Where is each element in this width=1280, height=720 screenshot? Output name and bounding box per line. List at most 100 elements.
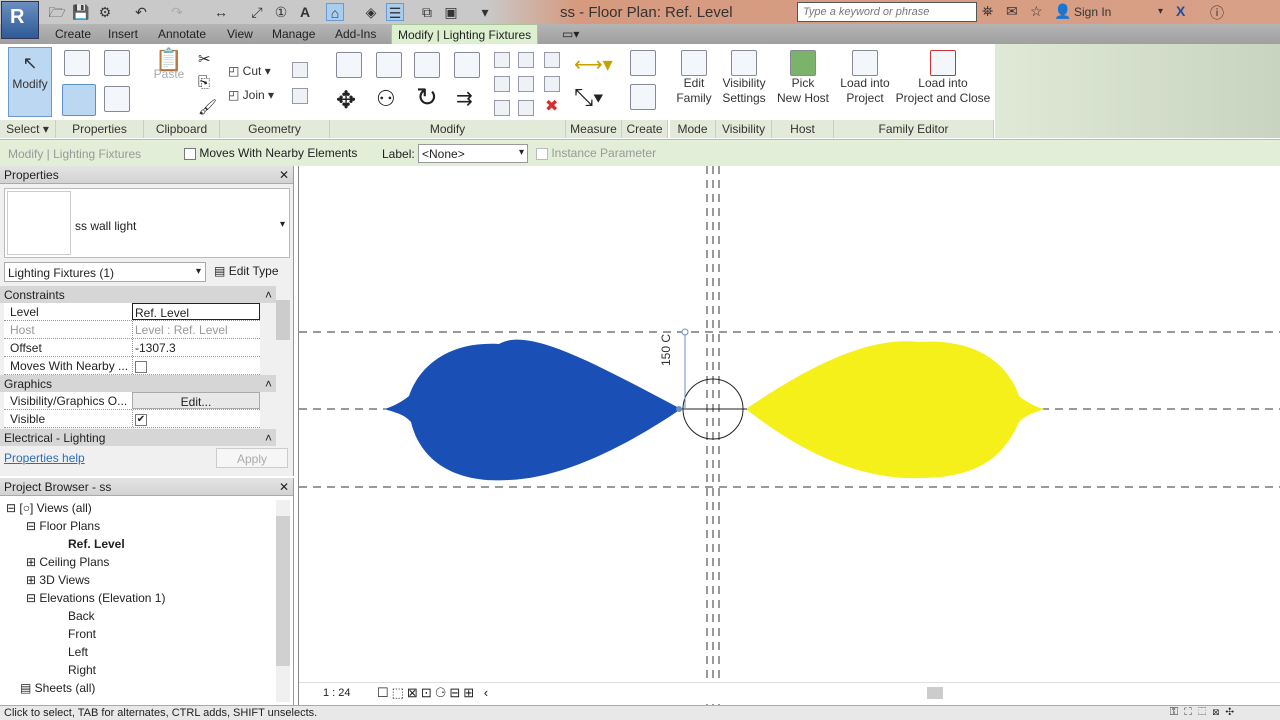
- tree-item-front[interactable]: Front: [68, 627, 96, 641]
- offset-icon[interactable]: [376, 52, 402, 78]
- 3d-view-icon[interactable]: ⌂: [326, 3, 344, 21]
- thin-lines-icon[interactable]: ☰: [386, 3, 404, 21]
- match-type-icon[interactable]: 🖌: [198, 98, 217, 116]
- tag-icon[interactable]: ①: [272, 3, 290, 21]
- measure-between-icon[interactable]: ⟷▾: [574, 52, 613, 77]
- aligned-dimension-icon[interactable]: ⤢: [248, 3, 266, 21]
- switch-windows-icon[interactable]: ▣: [442, 3, 460, 21]
- pick-new-host-button[interactable]: Pick New Host: [774, 50, 832, 106]
- group-graphics[interactable]: Graphics ˄: [0, 375, 276, 392]
- dimension-text[interactable]: 150 C: [659, 334, 673, 366]
- align-icon[interactable]: [336, 52, 362, 78]
- split-with-gap-icon[interactable]: [518, 52, 534, 68]
- group-constraints[interactable]: Constraints ˄: [0, 286, 276, 303]
- tree-item-right[interactable]: Right: [68, 663, 96, 677]
- customize-dropdown-icon[interactable]: ▾: [476, 3, 494, 21]
- favorites-icon[interactable]: ☆: [1030, 3, 1043, 20]
- tab-add-ins[interactable]: Add-Ins: [335, 27, 376, 41]
- tab-annotate[interactable]: Annotate: [158, 27, 206, 41]
- split-face-icon[interactable]: [292, 88, 308, 104]
- tab-create[interactable]: Create: [55, 27, 91, 41]
- property-value[interactable]: Ref. Level: [132, 303, 260, 320]
- user-icon[interactable]: 👤: [1054, 3, 1071, 20]
- tree-item-ref-level[interactable]: Ref. Level: [68, 537, 125, 551]
- edit-button[interactable]: Edit...: [132, 392, 260, 409]
- help-icon[interactable]: ⓘ: [1210, 3, 1224, 23]
- scale-icon[interactable]: [518, 76, 534, 92]
- rotate-icon[interactable]: ↻: [416, 82, 438, 113]
- measure-icon[interactable]: ↔: [212, 3, 230, 21]
- cut-icon[interactable]: ✂: [198, 50, 211, 68]
- trim-single-icon[interactable]: [494, 100, 510, 116]
- horizontal-scrollbar-thumb[interactable]: [927, 687, 943, 699]
- browser-scrollbar[interactable]: [276, 500, 290, 702]
- tab-insert[interactable]: Insert: [108, 27, 138, 41]
- tab-modify-lighting-fixtures[interactable]: Modify | Lighting Fixtures: [391, 24, 539, 44]
- scrollbar-thumb[interactable]: [276, 300, 290, 340]
- aligned-dim-icon[interactable]: ⤡▾: [574, 84, 603, 112]
- undo-icon[interactable]: ↶: [132, 3, 150, 21]
- properties-help-link[interactable]: Properties help: [4, 451, 85, 465]
- sync-icon[interactable]: ⚙: [96, 3, 114, 21]
- property-value[interactable]: -1307.3: [132, 339, 260, 356]
- tree-item-elevations[interactable]: ⊟ Elevations (Elevation 1): [26, 591, 165, 605]
- view-controls-icons[interactable]: ☐⬚⊠⊡⚆⊟⊞ ‹: [377, 685, 491, 701]
- app-menu-button[interactable]: R: [1, 1, 39, 39]
- ribbon-minimize-icon[interactable]: ▭▾: [562, 27, 579, 41]
- delete-icon[interactable]: ✖: [545, 96, 558, 116]
- instance-filter-dropdown[interactable]: Lighting Fixtures (1) ▾: [4, 262, 206, 282]
- move-icon[interactable]: ✥: [336, 86, 356, 115]
- mirror-pick-axis-icon[interactable]: [414, 52, 440, 78]
- floor-plan-view[interactable]: [299, 166, 1280, 705]
- property-value[interactable]: ✔: [132, 410, 260, 427]
- instance-parameter-checkbox[interactable]: Instance Parameter: [536, 146, 656, 160]
- unpin-icon[interactable]: [544, 52, 560, 68]
- subscription-icon[interactable]: ✉: [1006, 3, 1018, 20]
- edit-family-button[interactable]: Edit Family: [674, 50, 714, 106]
- close-icon[interactable]: ✕: [279, 168, 289, 182]
- create-group-icon[interactable]: [630, 84, 656, 110]
- type-selector-icon[interactable]: [104, 86, 130, 112]
- close-hidden-icon[interactable]: ⧉: [418, 3, 436, 21]
- close-icon[interactable]: ✕: [279, 480, 289, 494]
- tree-item-back[interactable]: Back: [68, 609, 95, 623]
- paste-button[interactable]: 📋 Paste: [152, 49, 186, 82]
- tree-item-ceiling-plans[interactable]: ⊞ Ceiling Plans: [26, 555, 109, 569]
- group-electrical-lighting[interactable]: Electrical - Lighting ˄: [0, 429, 276, 446]
- array-icon[interactable]: [494, 76, 510, 92]
- drawing-canvas[interactable]: 150 C 1 : 24 ☐⬚⊠⊡⚆⊟⊞ ‹: [298, 166, 1280, 705]
- binoculars-icon[interactable]: ⛯: [982, 3, 993, 20]
- tree-item-views-all[interactable]: ⊟ [○] Views (all): [6, 501, 92, 515]
- view-scale[interactable]: 1 : 24: [323, 687, 351, 699]
- open-icon[interactable]: 🗁: [48, 3, 66, 21]
- modify-button[interactable]: ↖ Modify: [8, 47, 52, 117]
- text-icon[interactable]: A: [296, 3, 314, 21]
- tree-item-sheets[interactable]: ▤ Sheets (all): [20, 681, 95, 695]
- property-value[interactable]: [132, 357, 260, 374]
- section-icon[interactable]: ◈: [362, 3, 380, 21]
- type-properties-icon[interactable]: [64, 50, 90, 76]
- copy-icon[interactable]: ⎘: [198, 74, 210, 91]
- wall-joins-icon[interactable]: [292, 62, 308, 78]
- join-geometry-button[interactable]: ◰ Join ▾: [228, 88, 274, 103]
- family-category-icon[interactable]: [104, 50, 130, 76]
- save-icon[interactable]: 💾: [72, 3, 90, 21]
- properties-toggle-icon[interactable]: [62, 84, 96, 116]
- sign-in-button[interactable]: Sign In: [1074, 5, 1111, 19]
- split-element-icon[interactable]: [494, 52, 510, 68]
- load-into-project-and-close-button[interactable]: Load into Project and Close: [894, 50, 992, 106]
- sign-in-dropdown-icon[interactable]: ▾: [1158, 6, 1163, 17]
- label-dropdown[interactable]: <None> ▾: [418, 144, 528, 163]
- visibility-settings-button[interactable]: Visibility Settings: [718, 50, 770, 106]
- load-into-project-button[interactable]: Load into Project: [838, 50, 892, 106]
- tree-item-3d-views[interactable]: ⊞ 3D Views: [26, 573, 90, 587]
- tree-item-left[interactable]: Left: [68, 645, 88, 659]
- selection-filter-icons[interactable]: ⚿⛶⬚⊠✣: [1170, 706, 1240, 719]
- redo-icon[interactable]: ↷: [168, 3, 186, 21]
- panel-select[interactable]: Select ▾: [0, 120, 56, 138]
- search-input[interactable]: Type a keyword or phrase: [797, 2, 977, 22]
- exchange-apps-icon[interactable]: X: [1176, 3, 1185, 19]
- edit-type-button[interactable]: ▤ Edit Type: [214, 264, 279, 278]
- moves-with-nearby-checkbox[interactable]: Moves With Nearby Elements: [184, 146, 357, 160]
- copy-element-icon[interactable]: ⚇: [376, 86, 396, 112]
